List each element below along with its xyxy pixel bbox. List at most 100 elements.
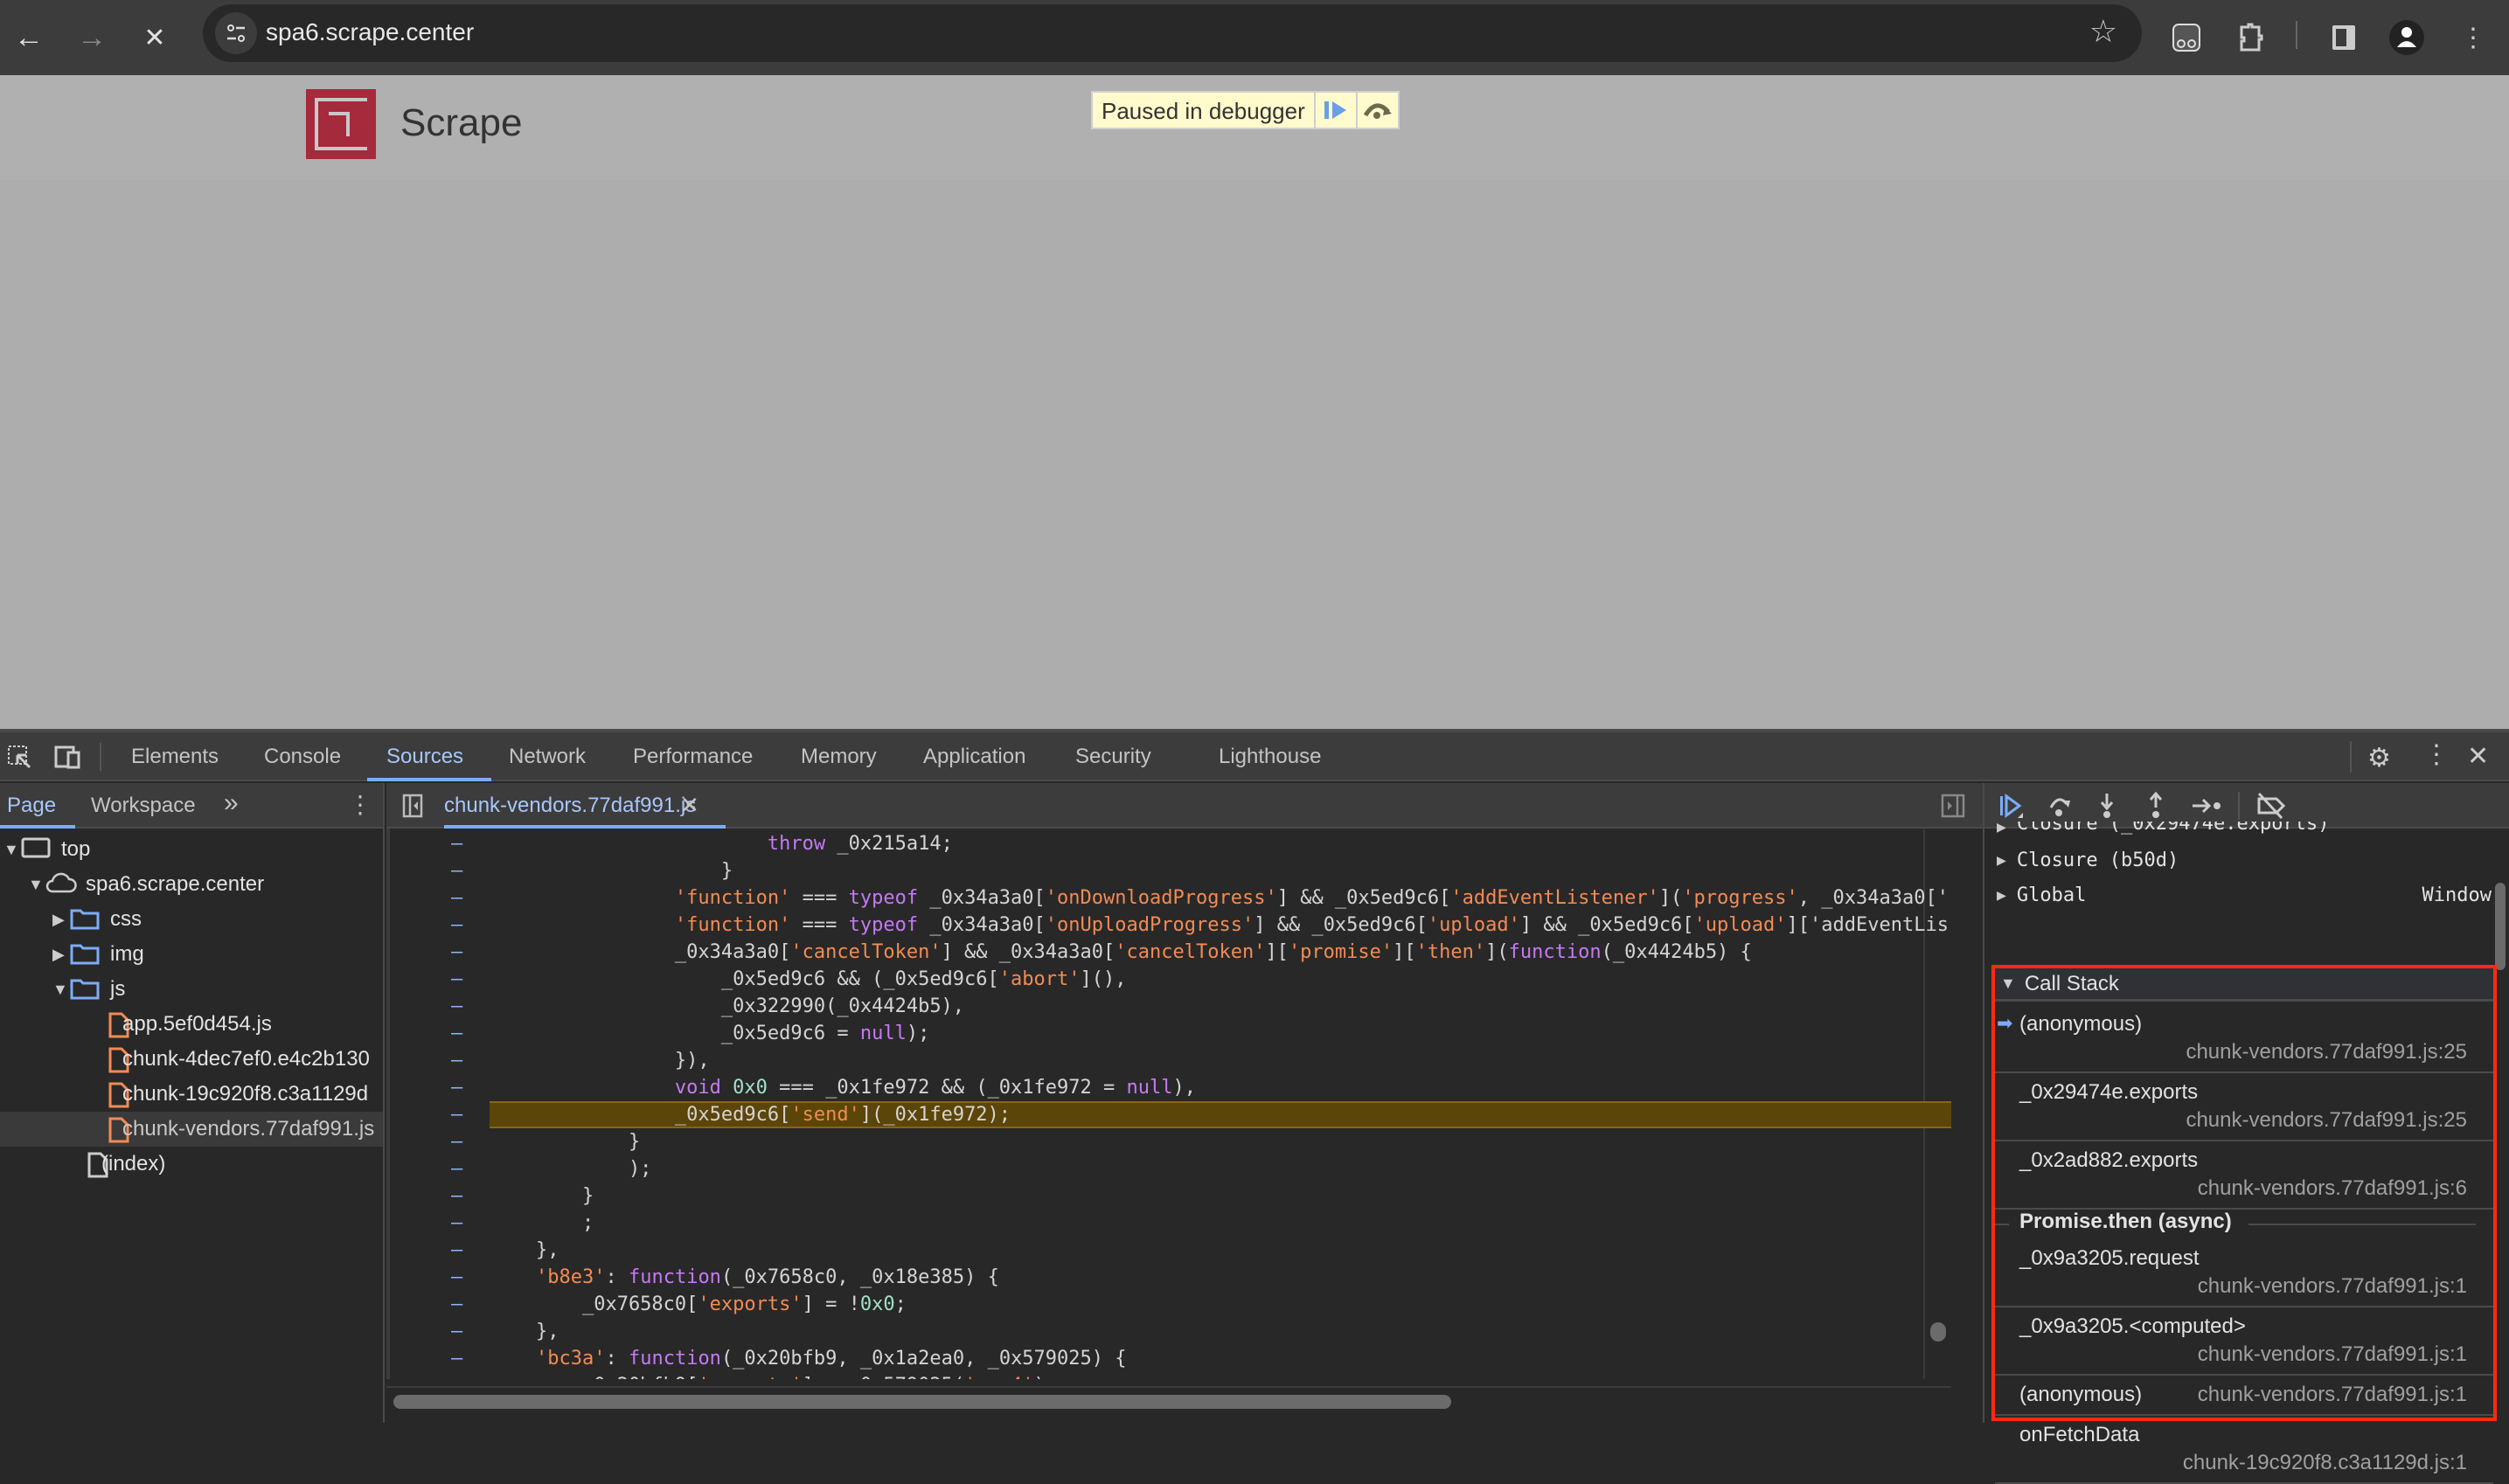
line-gutter-marker[interactable]: – [451,993,462,1020]
call-frame[interactable]: _0x9a3205.<computed> chunk-vendors.77daf9… [1995,1307,2493,1376]
call-stack-header[interactable]: ▼ Call Stack [1995,968,2493,1002]
navigator-tab-page[interactable]: Page [7,794,56,818]
step-over-button[interactable] [1357,93,1398,128]
line-gutter-marker[interactable]: – [451,884,462,912]
code-line[interactable]: – }, [386,1237,1951,1264]
forward-icon[interactable]: → [70,16,114,59]
tab-application[interactable]: Application [923,745,1025,769]
code-line[interactable]: – _0x20bfb9['exports'] = _0x579025('cee4… [386,1372,1951,1379]
line-gutter-marker[interactable]: – [451,1155,462,1182]
tab-lighthouse[interactable]: Lighthouse [1219,745,1321,769]
call-frame[interactable]: onFetchData chunk-19c920f8.c3a1129d.js:1 [1995,1416,2493,1484]
code-line[interactable]: – } [386,1182,1951,1210]
call-frame[interactable]: ➡ (anonymous) chunk-vendors.77daf991.js:25 [1995,1005,2493,1073]
more-tabs-icon[interactable]: » [224,788,239,818]
frame-location-link[interactable]: chunk-vendors.77daf991.js:1 [2198,1342,2467,1367]
line-gutter-marker[interactable]: – [451,1182,462,1210]
code-line[interactable]: – } [386,1128,1951,1155]
code-line[interactable]: – 'function' === typeof _0x34a3a0['onDow… [386,884,1951,912]
tree-item[interactable]: ▼ spa6.scrape.center [0,867,383,902]
more-options-icon[interactable]: ⋮ [2423,739,2450,770]
line-gutter-marker[interactable]: – [451,1128,462,1155]
line-gutter-marker[interactable]: – [451,1264,462,1291]
scrape-logo[interactable] [306,89,376,159]
tree-item[interactable]: chunk-19c920f8.c3a1129d [0,1077,383,1112]
frame-location-link[interactable]: chunk-vendors.77daf991.js:25 [2186,1040,2467,1064]
code-line[interactable]: – _0x322990(_0x4424b5), [386,993,1951,1020]
step-out-button[interactable] [2145,791,2166,824]
frame-location-link[interactable]: chunk-vendors.77daf991.js:1 [2198,1383,2467,1407]
collapsed-arrow-icon[interactable]: ▶ [52,946,65,964]
tab-memory[interactable]: Memory [801,745,877,769]
code-line[interactable]: – void 0x0 === _0x1fe972 && (_0x1fe972 =… [386,1074,1951,1101]
frame-location-link[interactable]: chunk-vendors.77daf991.js:1 [2198,1274,2467,1299]
code-line[interactable]: – } [386,857,1951,884]
code-line[interactable]: – }), [386,1047,1951,1074]
code-horizontal-scrollbar[interactable] [386,1386,1951,1412]
tab-sources[interactable]: Sources [386,745,463,769]
code-line[interactable]: – _0x34a3a0['cancelToken'] && _0x34a3a0[… [386,939,1951,966]
tree-item[interactable]: chunk-4dec7ef0.e4c2b130 [0,1042,383,1077]
line-gutter-marker[interactable]: – [451,1291,462,1318]
tab-console[interactable]: Console [264,745,341,769]
tab-performance[interactable]: Performance [633,745,753,769]
frame-location-link[interactable]: chunk-vendors.77daf991.js:25 [2186,1108,2467,1133]
navigator-menu-icon[interactable]: ⋮ [348,790,372,819]
site-info-icon[interactable] [215,12,257,54]
tab-security[interactable]: Security [1075,745,1151,769]
inspect-element-icon[interactable] [7,745,31,773]
scope-closure-row[interactable]: ▶ Closure (b50d) [1984,843,2492,877]
collapsed-arrow-icon[interactable]: ▶ [52,911,65,929]
code-line[interactable]: – }, [386,1318,1951,1345]
call-frame[interactable]: _0x2ad882.exports chunk-vendors.77daf991.… [1995,1141,2493,1210]
menu-icon[interactable]: ⋮ [2451,16,2495,59]
settings-gear-icon[interactable]: ⚙ [2367,743,2391,773]
toggle-debugger-sidebar-icon[interactable] [1941,794,1965,822]
step-button[interactable] [2191,795,2222,821]
code-line[interactable]: – _0x5ed9c6 = null); [386,1020,1951,1047]
tab-network[interactable]: Network [509,745,586,769]
line-gutter-marker[interactable]: – [451,1237,462,1264]
device-toolbar-icon[interactable] [54,745,80,773]
close-devtools-icon[interactable]: ✕ [2467,741,2489,772]
expanded-arrow-icon[interactable]: ▼ [28,876,44,894]
tree-item[interactable]: ▶ img [0,937,383,972]
line-gutter-marker[interactable]: – [451,939,462,966]
tree-item[interactable]: (index) [0,1147,383,1182]
scrollbar-thumb[interactable] [393,1395,1451,1409]
line-gutter-marker[interactable]: – [451,857,462,884]
frame-location-link[interactable]: chunk-vendors.77daf991.js:6 [2198,1176,2467,1201]
line-gutter-marker[interactable]: – [451,1101,462,1128]
tree-item[interactable]: ▼ top [0,832,383,867]
line-gutter-marker[interactable]: – [451,1345,462,1372]
call-frame[interactable]: _0x29474e.exports chunk-vendors.77daf991.… [1995,1073,2493,1141]
expanded-arrow-icon[interactable]: ▼ [3,841,19,859]
line-gutter-marker[interactable]: – [451,912,462,939]
side-panel-icon[interactable] [2322,16,2366,59]
resume-button[interactable] [1315,93,1356,128]
step-into-button[interactable] [2096,792,2117,824]
step-over-button[interactable] [2047,794,2072,822]
code-line[interactable]: – ; [386,1210,1951,1237]
stop-icon[interactable]: ✕ [133,16,177,59]
line-gutter-marker[interactable]: – [451,1047,462,1074]
code-line[interactable]: – 'function' === typeof _0x34a3a0['onUpl… [386,912,1951,939]
incognito-icon[interactable] [2165,16,2208,59]
extensions-icon[interactable] [2229,16,2273,59]
tree-item[interactable]: ▼ js [0,972,383,1007]
close-tab-icon[interactable]: ✕ [680,792,699,819]
bookmark-star-icon[interactable]: ☆ [2089,13,2117,50]
line-gutter-marker[interactable]: – [451,1074,462,1101]
code-line[interactable]: – 'b8e3': function(_0x7658c0, _0x18e385)… [386,1264,1951,1291]
call-frame[interactable]: _0x9a3205.request chunk-vendors.77daf991.… [1995,1239,2493,1307]
frame-location-link[interactable]: chunk-19c920f8.c3a1129d.js:1 [2183,1451,2467,1475]
deactivate-breakpoints-button[interactable] [2255,792,2287,824]
line-gutter-marker[interactable]: – [451,966,462,993]
sidebar-scrollbar[interactable] [2495,883,2506,970]
scope-global-row[interactable]: ▶ Global Window [1984,877,2492,912]
code-line[interactable]: – ); [386,1155,1951,1182]
code-line[interactable]: – _0x5ed9c6 && (_0x5ed9c6['abort'](), [386,966,1951,993]
line-gutter-marker[interactable]: – [451,830,462,857]
tree-item[interactable]: app.5ef0d454.js [0,1007,383,1042]
code-line[interactable]: – 'bc3a': function(_0x20bfb9, _0x1a2ea0,… [386,1345,1951,1372]
